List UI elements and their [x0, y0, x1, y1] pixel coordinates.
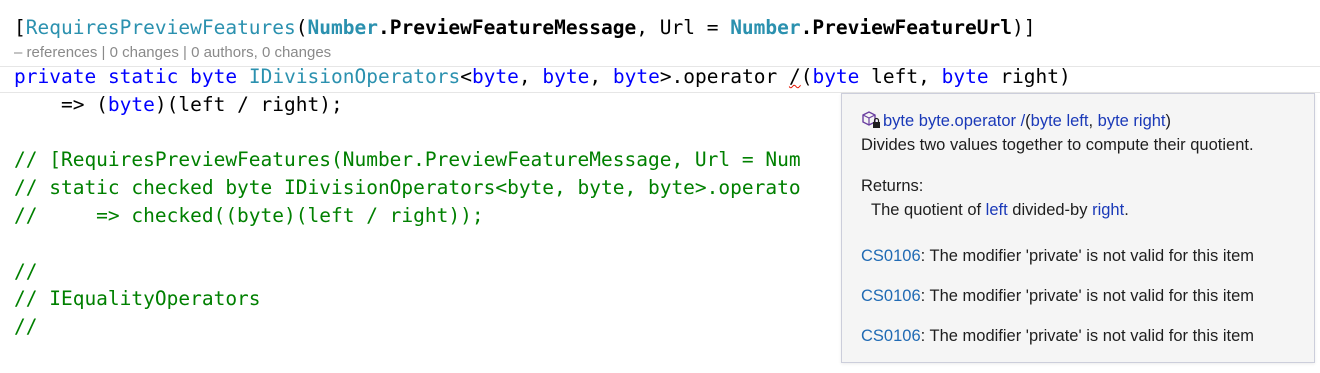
sig-param-type-1[interactable]: byte	[1031, 112, 1062, 130]
member-preview-feature-url[interactable]: .PreviewFeatureUrl	[801, 16, 1012, 39]
keyword-private: private	[14, 65, 97, 88]
param-left: left,	[859, 65, 942, 88]
type-number-2[interactable]: Number	[730, 16, 800, 39]
comment-line[interactable]: // static checked byte IDivisionOperator…	[14, 174, 801, 202]
keyword-byte: byte	[190, 65, 238, 88]
sig-method-name: byte.operator /	[914, 112, 1026, 130]
member-preview-feature-message[interactable]: .PreviewFeatureMessage	[378, 16, 636, 39]
sig-param-left: left	[1061, 112, 1089, 130]
operator-body-line[interactable]: => (byte)(left / right);	[14, 91, 343, 119]
param-right: right)	[988, 65, 1071, 88]
error-message: : The modifier 'private' is not valid fo…	[920, 247, 1255, 265]
keyword-static: static	[107, 65, 179, 88]
attribute-name[interactable]: RequiresPreviewFeatures	[26, 16, 296, 39]
returns-param-left: left	[985, 201, 1008, 219]
bracket-close: )]	[1011, 16, 1036, 39]
comment-line[interactable]: //	[14, 258, 37, 286]
comment-line[interactable]: //	[14, 313, 37, 341]
returns-mid: divided-by	[1007, 201, 1093, 219]
url-arg: , Url =	[636, 16, 731, 39]
quick-info-tooltip[interactable]: byte byte.operator /(byte left, byte rig…	[841, 93, 1315, 363]
tooltip-description: Divides two values together to compute t…	[861, 136, 1254, 154]
generic-arg-3: byte	[612, 65, 660, 88]
error-entry: CS0106: The modifier 'private' is not va…	[861, 287, 1254, 306]
returns-end: .	[1124, 201, 1129, 219]
error-code-link[interactable]: CS0106	[861, 247, 921, 265]
sig-param-type-2[interactable]: byte	[1098, 112, 1129, 130]
error-entry: CS0106: The modifier 'private' is not va…	[861, 247, 1254, 266]
error-message: : The modifier 'private' is not valid fo…	[920, 327, 1255, 345]
returns-pre: The quotient of	[871, 201, 986, 219]
comma: ,	[518, 65, 543, 88]
comment-line[interactable]: // IEqualityOperators	[14, 285, 261, 313]
division-operator-error[interactable]: /	[789, 65, 801, 88]
comment-line[interactable]: // [RequiresPreviewFeatures(Number.Previ…	[14, 146, 801, 174]
error-entry: CS0106: The modifier 'private' is not va…	[861, 327, 1254, 346]
returns-label: Returns:	[861, 177, 924, 195]
generic-arg-1: byte	[471, 65, 519, 88]
returns-text: The quotient of left divided-by right.	[871, 201, 1129, 220]
type-number[interactable]: Number	[308, 16, 378, 39]
param-type-1: byte	[812, 65, 860, 88]
sig-return-type[interactable]: byte	[883, 112, 914, 130]
sig-param-right: right	[1128, 112, 1166, 130]
error-code-link[interactable]: CS0106	[861, 327, 921, 345]
sig-paren-close: )	[1165, 112, 1172, 130]
angle-open: <	[460, 65, 472, 88]
comment-line[interactable]: // => checked((byte)(left / right));	[14, 202, 484, 230]
bracket: [	[14, 16, 26, 39]
error-code-link[interactable]: CS0106	[861, 287, 921, 305]
operator-declaration-line[interactable]: private static byte IDivisionOperators<b…	[14, 63, 1071, 91]
tooltip-signature: byte byte.operator /(byte left, byte rig…	[861, 110, 1171, 131]
expression: )(left / right);	[154, 93, 343, 116]
error-message: : The modifier 'private' is not valid fo…	[920, 287, 1255, 305]
method-protected-icon	[861, 110, 883, 130]
interface-idivisionoperators[interactable]: IDivisionOperators	[249, 65, 460, 88]
operator-keyword: >.operator	[659, 65, 789, 88]
comma: ,	[589, 65, 613, 88]
returns-param-right: right	[1092, 201, 1125, 219]
generic-arg-2: byte	[542, 65, 590, 88]
arrow: => (	[14, 93, 108, 116]
codelens[interactable]: – references | 0 changes | 0 authors, 0 …	[14, 44, 331, 61]
sig-comma: ,	[1088, 112, 1098, 130]
attribute-line[interactable]: [RequiresPreviewFeatures(Number.PreviewF…	[14, 14, 1035, 42]
paren: (	[295, 16, 308, 39]
cast-byte: byte	[107, 93, 155, 116]
paren: (	[800, 65, 813, 88]
param-type-2: byte	[941, 65, 989, 88]
